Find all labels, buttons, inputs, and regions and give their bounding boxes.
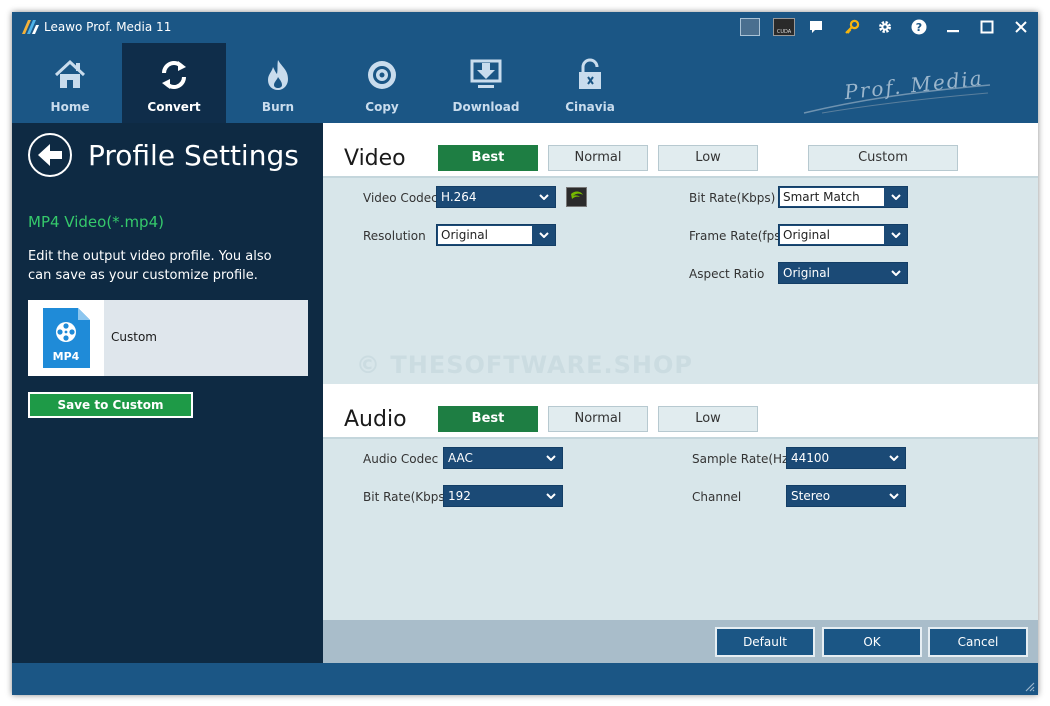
status-bar [12, 663, 1038, 695]
video-preset-low[interactable]: Low [658, 145, 758, 171]
svg-text:?: ? [916, 21, 922, 34]
settings-panel: Video Best Normal Low Custom Video Codec… [323, 123, 1038, 663]
toolbar-convert[interactable]: Convert [122, 43, 226, 123]
toolbar-burn[interactable]: Burn [226, 43, 330, 123]
profile-description: Edit the output video profile. You also … [28, 249, 272, 283]
chat-icon[interactable] [805, 18, 827, 36]
framerate-value: Original [780, 226, 884, 244]
home-icon [54, 59, 86, 88]
chevron-down-icon [883, 448, 905, 468]
chevron-down-icon [885, 225, 907, 245]
nvidia-cuda-icon [566, 187, 587, 207]
gear-icon[interactable] [874, 18, 896, 36]
audio-section-title: Audio [344, 407, 407, 432]
mp4-badge: MP4 [53, 350, 80, 363]
video-bitrate-value: Smart Match [780, 188, 884, 206]
app-logo-icon [22, 20, 39, 34]
aspect-ratio-label: Aspect Ratio [689, 267, 765, 281]
audio-bitrate-label: Bit Rate(Kbps) [363, 490, 450, 504]
video-section-header: Video Best Normal Low Custom [323, 123, 1038, 178]
toolbar-cinavia[interactable]: Cinavia [538, 43, 642, 123]
dialog-button-bar: Default OK Cancel [323, 620, 1038, 663]
back-button[interactable] [28, 133, 72, 177]
cinavia-icon [579, 58, 601, 89]
toolbar-label: Burn [261, 100, 295, 114]
burn-icon [268, 60, 288, 90]
toolbar-label: Cinavia [565, 100, 615, 114]
aspect-ratio-select[interactable]: Original [778, 262, 908, 284]
copy-icon [368, 61, 396, 89]
app-title: Leawo Prof. Media 11 [44, 20, 172, 34]
video-preset-best[interactable]: Best [438, 145, 538, 171]
audio-bitrate-select[interactable]: 192 [443, 485, 563, 507]
cpu-icon[interactable] [740, 18, 760, 36]
channel-select[interactable]: Stereo [786, 485, 906, 507]
save-to-custom-button[interactable]: Save to Custom [28, 392, 193, 418]
profile-sidebar: Profile Settings MP4 Video(*.mp4) Edit t… [12, 123, 323, 663]
profile-thumbnail: MP4 [28, 300, 104, 376]
toolbar-label: Home [50, 100, 90, 114]
minimize-icon[interactable] [942, 18, 964, 36]
channel-label: Channel [692, 490, 742, 504]
help-icon[interactable]: ? [908, 18, 930, 36]
video-section-title: Video [344, 146, 406, 171]
toolbar-download[interactable]: Download [434, 43, 538, 123]
key-icon[interactable] [841, 18, 863, 36]
video-preset-normal[interactable]: Normal [548, 145, 648, 171]
cancel-button[interactable]: Cancel [928, 627, 1028, 657]
ok-button[interactable]: OK [822, 627, 922, 657]
video-codec-select[interactable]: H.264 [436, 186, 556, 208]
profile-card[interactable]: MP4 Custom [28, 300, 308, 376]
audio-preset-best[interactable]: Best [438, 406, 538, 432]
chevron-down-icon [540, 448, 562, 468]
profile-name: Custom [111, 330, 157, 344]
sample-rate-label: Sample Rate(Hz) [692, 452, 794, 466]
video-bitrate-label: Bit Rate(Kbps) [689, 191, 776, 205]
download-icon [470, 59, 502, 88]
video-codec-label: Video Codec [363, 191, 438, 205]
chevron-down-icon [540, 486, 562, 506]
format-name: MP4 Video(*.mp4) [28, 213, 164, 231]
audio-codec-label: Audio Codec [363, 452, 439, 466]
resolution-select[interactable]: Original [436, 224, 556, 246]
app-window: Leawo Prof. Media 11 CUDA ? Home Convert… [12, 12, 1038, 695]
resize-grip-icon[interactable] [1023, 680, 1035, 692]
arrow-left-icon [38, 144, 62, 166]
video-preset-custom[interactable]: Custom [808, 145, 958, 171]
title-bar: Leawo Prof. Media 11 CUDA ? [12, 12, 1038, 43]
default-button[interactable]: Default [715, 627, 815, 657]
toolbar-label: Download [452, 100, 520, 114]
mp4-file-icon: MP4 [43, 308, 90, 368]
close-icon[interactable] [1010, 18, 1032, 36]
watermark: © THESOFTWARE.SHOP [356, 351, 693, 379]
audio-section-header: Audio Best Normal Low [323, 384, 1038, 439]
resolution-label: Resolution [363, 229, 426, 243]
toolbar-home[interactable]: Home [18, 43, 122, 123]
framerate-select[interactable]: Original [778, 224, 908, 246]
audio-codec-select[interactable]: AAC [443, 447, 563, 469]
toolbar-label: Copy [365, 100, 399, 114]
chevron-down-icon [533, 225, 555, 245]
convert-icon [162, 61, 186, 89]
sample-rate-select[interactable]: 44100 [786, 447, 906, 469]
audio-preset-low[interactable]: Low [658, 406, 758, 432]
cuda-icon[interactable]: CUDA [773, 18, 795, 36]
chevron-down-icon [883, 486, 905, 506]
page-title: Profile Settings [88, 139, 299, 172]
maximize-icon[interactable] [976, 18, 998, 36]
framerate-label: Frame Rate(fps) [689, 229, 786, 243]
resolution-value: Original [438, 226, 532, 244]
toolbar-copy[interactable]: Copy [330, 43, 434, 123]
chevron-down-icon [533, 187, 555, 207]
audio-preset-normal[interactable]: Normal [548, 406, 648, 432]
video-bitrate-select[interactable]: Smart Match [778, 186, 908, 208]
toolbar-label: Convert [147, 100, 201, 114]
chevron-down-icon [885, 187, 907, 207]
main-toolbar: Home Convert Burn Copy Download Cinavia … [12, 43, 1038, 123]
chevron-down-icon [885, 263, 907, 283]
